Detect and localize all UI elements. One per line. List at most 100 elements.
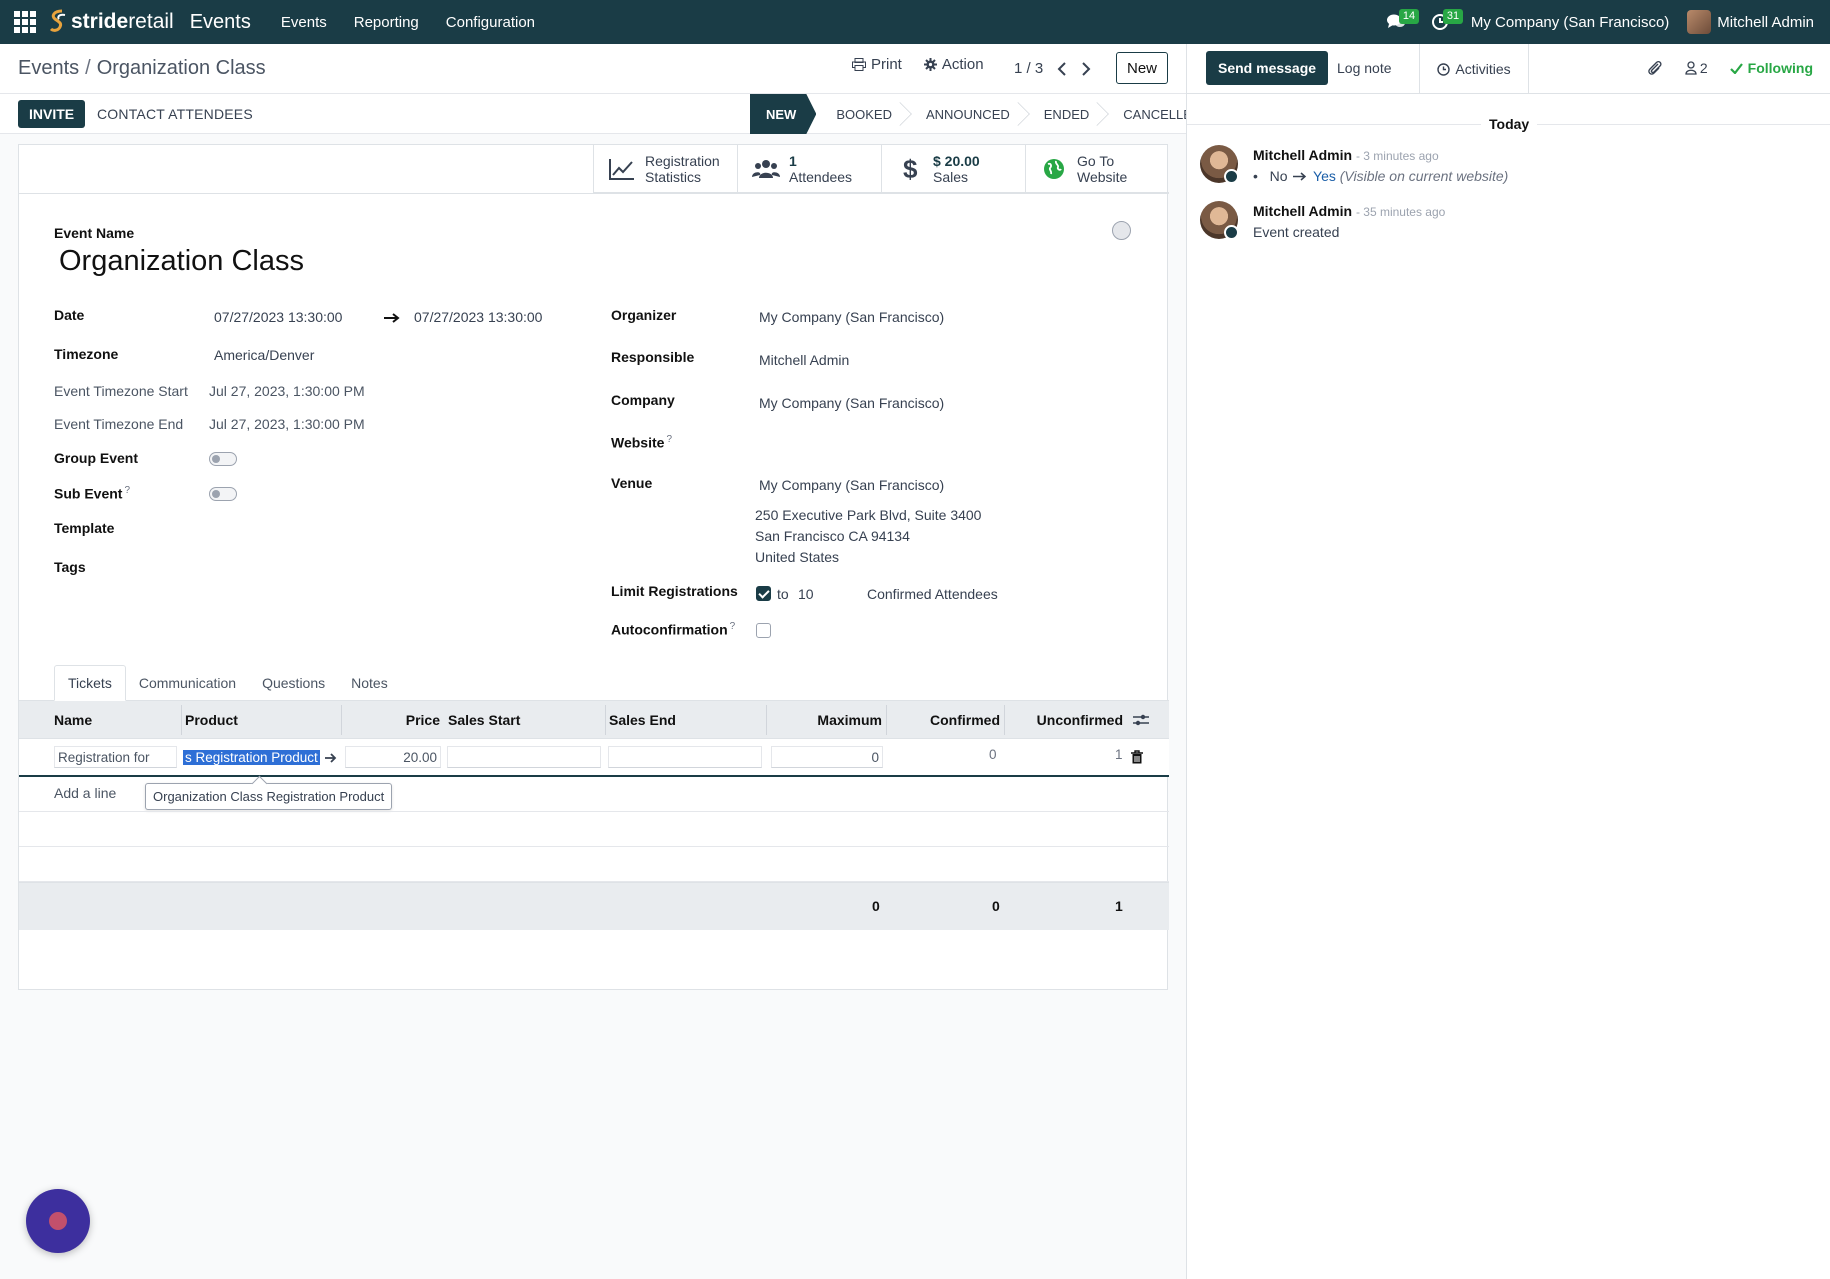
apps-menu-icon[interactable] — [14, 11, 36, 33]
app-name[interactable]: Events — [190, 11, 251, 34]
limit-value-input[interactable]: 10 — [798, 586, 814, 602]
company-switcher[interactable]: My Company (San Francisco) — [1471, 14, 1669, 31]
stage-ended[interactable]: ENDED — [1024, 94, 1110, 134]
tickets-table-header: Name Product Price Sales Start Sales End… — [19, 701, 1169, 739]
new-button[interactable]: New — [1116, 52, 1168, 84]
stage-statusbar: NEW BOOKED ANNOUNCED ENDED CANCELLED — [750, 94, 1215, 134]
floating-assistant-button[interactable] — [26, 1189, 90, 1253]
stage-announced[interactable]: ANNOUNCED — [906, 94, 1030, 134]
column-maximum[interactable]: Maximum — [771, 701, 882, 739]
trash-icon[interactable] — [1131, 750, 1143, 764]
timezone-select[interactable]: America/Denver — [214, 347, 314, 363]
arrow-right-icon — [384, 313, 400, 323]
website-line1: Go To — [1077, 152, 1115, 169]
help-icon[interactable]: ? — [730, 621, 736, 632]
total-unconfirmed: 1 — [1115, 898, 1123, 914]
chevron-right-icon[interactable] — [1081, 61, 1091, 76]
company-input[interactable]: My Company (San Francisco) — [759, 395, 944, 411]
group-event-toggle[interactable] — [209, 452, 237, 466]
author-name[interactable]: Mitchell Admin — [1253, 147, 1352, 163]
column-sales-end[interactable]: Sales End — [609, 701, 759, 739]
organizer-input[interactable]: My Company (San Francisco) — [759, 309, 944, 325]
table-empty-row — [19, 812, 1169, 847]
brand-suffix: retail — [128, 10, 174, 33]
print-button[interactable]: Print — [852, 56, 902, 73]
help-icon[interactable]: ? — [124, 485, 130, 496]
table-row[interactable]: Registration for s Registration Product … — [19, 739, 1169, 777]
venue-address-line3: United States — [755, 549, 840, 565]
column-sales-start[interactable]: Sales Start — [448, 701, 598, 739]
sales-button[interactable]: $ $ 20.00 Sales — [881, 145, 1025, 193]
column-unconfirmed[interactable]: Unconfirmed — [1009, 701, 1123, 739]
column-name[interactable]: Name — [54, 701, 164, 739]
log-note-button[interactable]: Log note — [1337, 60, 1392, 76]
arrow-right-icon — [1293, 172, 1307, 181]
followers-button[interactable]: 2 — [1685, 60, 1708, 76]
tags-label: Tags — [54, 559, 86, 575]
ticket-maximum-input[interactable]: 0 — [771, 746, 883, 768]
activities-button[interactable]: Activities — [1419, 44, 1529, 94]
attendees-label: Attendees — [789, 168, 853, 185]
event-name-input[interactable]: Organization Class — [59, 245, 304, 278]
action-button[interactable]: Action — [923, 56, 984, 73]
following-button[interactable]: Following — [1729, 60, 1813, 76]
author-name[interactable]: Mitchell Admin — [1253, 203, 1352, 219]
stage-booked-label: BOOKED — [836, 106, 892, 122]
tab-notes[interactable]: Notes — [338, 665, 401, 701]
ticket-product-input[interactable]: s Registration Product — [183, 746, 323, 768]
optional-columns-icon[interactable] — [1133, 713, 1149, 727]
stage-booked[interactable]: BOOKED — [816, 94, 912, 134]
venue-label: Venue — [611, 475, 653, 491]
limit-registrations-checkbox[interactable] — [756, 586, 771, 601]
date-start-input[interactable]: 07/27/2023 13:30:00 — [214, 309, 342, 325]
tab-communication[interactable]: Communication — [126, 665, 249, 701]
responsible-label: Responsible — [611, 349, 695, 365]
column-confirmed[interactable]: Confirmed — [891, 701, 1000, 739]
ticket-name-input[interactable]: Registration for — [54, 746, 177, 768]
brand-logo[interactable]: strideretail — [48, 9, 174, 35]
kanban-state-icon[interactable] — [1112, 221, 1131, 240]
user-menu[interactable]: Mitchell Admin — [1687, 10, 1814, 34]
breadcrumb-parent[interactable]: Events — [18, 57, 79, 79]
ticket-sales-start-input[interactable] — [447, 746, 601, 768]
column-price[interactable]: Price — [349, 701, 440, 739]
chevron-left-icon[interactable] — [1057, 61, 1067, 76]
menu-reporting[interactable]: Reporting — [354, 14, 419, 31]
date-end-input[interactable]: 07/27/2023 13:30:00 — [414, 309, 542, 325]
ticket-sales-end-input[interactable] — [608, 746, 762, 768]
send-message-button[interactable]: Send message — [1206, 51, 1329, 85]
author-avatar[interactable] — [1200, 201, 1239, 240]
template-label: Template — [54, 520, 115, 536]
autoconfirmation-checkbox[interactable] — [756, 623, 771, 638]
tz-end-label: Event Timezone End — [54, 416, 184, 432]
menu-events[interactable]: Events — [281, 14, 327, 31]
activities-menu[interactable]: 31 — [1427, 9, 1464, 35]
table-empty-row — [19, 777, 1169, 812]
website-line2: Website — [1077, 168, 1128, 185]
venue-input[interactable]: My Company (San Francisco) — [759, 477, 944, 493]
main-menu: Events Reporting Configuration — [281, 14, 535, 31]
globe-icon — [1040, 155, 1068, 183]
action-label: Action — [941, 56, 984, 73]
contact-attendees-button[interactable]: CONTACT ATTENDEES — [97, 106, 253, 122]
stage-new[interactable]: NEW — [750, 94, 816, 134]
author-avatar[interactable] — [1200, 145, 1239, 184]
menu-configuration[interactable]: Configuration — [446, 14, 535, 31]
tab-questions[interactable]: Questions — [249, 665, 338, 701]
internal-link-arrow-icon[interactable] — [325, 752, 337, 764]
ticket-price-input[interactable]: 20.00 — [345, 746, 441, 768]
invite-button[interactable]: INVITE — [18, 100, 86, 128]
user-name: Mitchell Admin — [1717, 13, 1814, 31]
sub-event-toggle[interactable] — [209, 487, 237, 501]
paperclip-icon[interactable] — [1647, 59, 1663, 77]
tab-tickets[interactable]: Tickets — [54, 665, 126, 701]
go-to-website-button[interactable]: Go To Website — [1025, 145, 1169, 193]
responsible-input[interactable]: Mitchell Admin — [759, 352, 849, 368]
help-icon[interactable]: ? — [666, 434, 672, 445]
registration-statistics-button[interactable]: Registration Statistics — [593, 145, 737, 193]
pager-value[interactable]: 1 / 3 — [1014, 60, 1043, 77]
messaging-menu[interactable]: 14 — [1383, 9, 1420, 35]
attendees-button[interactable]: 1 Attendees — [737, 145, 881, 193]
breadcrumb-separator: / — [85, 57, 91, 79]
column-product[interactable]: Product — [185, 701, 335, 739]
